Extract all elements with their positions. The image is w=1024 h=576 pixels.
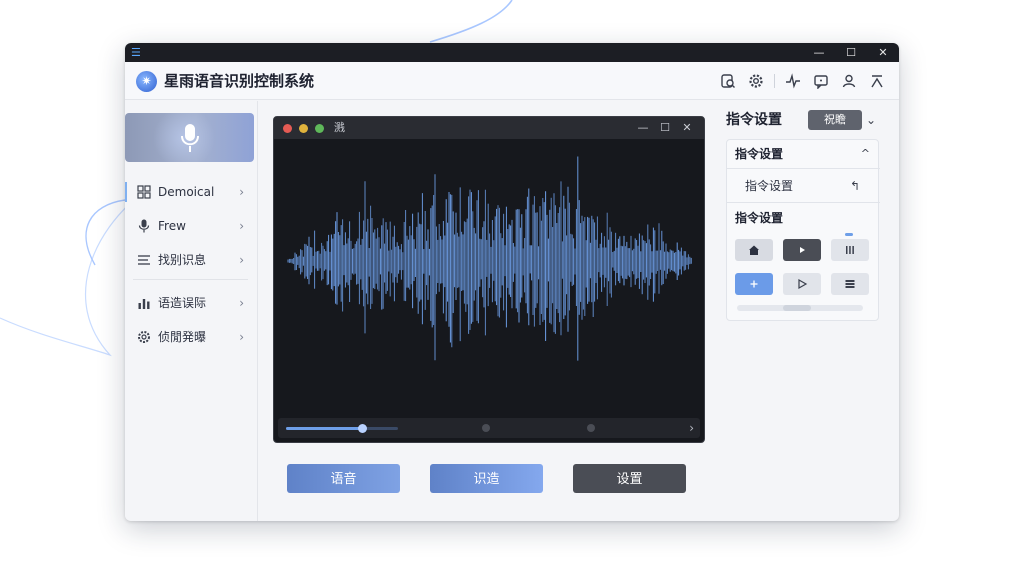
app-window: ☰ — ☐ ✕ ✷ 星雨语音识别控制系统 Demoical › Frew › 找…: [125, 43, 899, 521]
gear-icon: [138, 331, 150, 343]
list-icon: [138, 255, 150, 265]
play-icon: [800, 247, 805, 253]
window-logo-icon: ☰: [131, 46, 141, 59]
playback-progress: [286, 427, 363, 430]
app-header: ✷ 星雨语音识别控制系统: [125, 62, 899, 100]
mic-icon: [138, 219, 150, 233]
section-header: 指令设置: [735, 211, 784, 225]
sidebar-item-label: Demoical: [158, 185, 215, 199]
voice-input-card[interactable]: [125, 113, 254, 162]
home-button[interactable]: [735, 239, 773, 261]
add-button[interactable]: [735, 273, 773, 295]
waveform-icon[interactable]: [779, 70, 807, 92]
user-icon[interactable]: [835, 70, 863, 92]
collapse-icon[interactable]: [863, 70, 891, 92]
recognize-button[interactable]: 识造: [430, 464, 543, 493]
waveform-titlebar: 溅 — ☐ ✕: [274, 117, 704, 139]
plus-icon: [750, 280, 758, 288]
pause-bars-icon: [846, 246, 854, 254]
panel-title: 指令设置: [726, 112, 782, 128]
waveform-close-button[interactable]: ✕: [676, 120, 698, 136]
chevron-right-icon: ›: [239, 253, 244, 267]
play-outline-icon: [798, 278, 808, 290]
command-row-label[interactable]: 指令设置: [745, 178, 793, 194]
mic-icon: [181, 124, 199, 152]
grid-icon: [137, 185, 151, 199]
waveform-maximize-button[interactable]: ☐: [654, 120, 676, 136]
play-outline-button[interactable]: [783, 273, 821, 295]
sidebar: Demoical › Frew › 找别识息 › 语造误际 › 侦閒発曝 ›: [125, 101, 258, 521]
section-divider: [727, 202, 880, 203]
sidebar-item-stats[interactable]: 语造误际 ›: [125, 290, 250, 316]
sidebar-item-label: 找别识息: [158, 253, 207, 267]
voice-button[interactable]: 语音: [287, 464, 400, 493]
panel-slider[interactable]: [737, 305, 863, 311]
close-button[interactable]: ✕: [867, 43, 899, 62]
playback-handle[interactable]: [358, 424, 368, 433]
app-title: 星雨语音识别控制系统: [164, 72, 315, 90]
close-dot[interactable]: [283, 124, 292, 133]
bars-button[interactable]: [831, 239, 869, 261]
starburst-icon: ✷: [136, 71, 157, 92]
audio-waveform: [287, 156, 692, 361]
message-icon[interactable]: [807, 70, 835, 92]
settings-button[interactable]: 设置: [573, 464, 686, 493]
sidebar-divider: [133, 279, 248, 280]
sidebar-item-label: 语造误际: [158, 296, 207, 310]
chevron-right-icon: ›: [239, 219, 244, 233]
playback-track[interactable]: [286, 424, 398, 433]
window-controls: — ☐ ✕: [803, 43, 899, 62]
minimize-dot[interactable]: [299, 124, 308, 133]
panel-slider-handle[interactable]: [783, 305, 811, 311]
active-indicator: [845, 233, 853, 236]
waveform-controls: — ☐ ✕: [632, 120, 698, 136]
sidebar-item-recognition[interactable]: 找别识息 ›: [125, 247, 250, 273]
return-icon[interactable]: ↰: [850, 178, 860, 194]
maximize-button[interactable]: ☐: [835, 43, 867, 62]
bar-chart-icon: [138, 299, 150, 309]
playback-scrubber[interactable]: ›: [278, 418, 700, 438]
waveform-minimize-button[interactable]: —: [632, 120, 654, 136]
section-header[interactable]: 指令设置: [735, 146, 783, 162]
sidebar-item-settings[interactable]: 侦閒発曝 ›: [125, 324, 250, 350]
collapse-caret-icon[interactable]: ^: [861, 146, 870, 162]
chevron-right-icon: ›: [239, 330, 244, 344]
marker-dot: [587, 424, 595, 432]
command-settings-card: 指令设置 ^ 指令设置 ↰ 指令设置: [726, 139, 880, 321]
chevron-down-icon[interactable]: ⌄: [866, 111, 876, 129]
waveform-window: 溅 — ☐ ✕ ›: [273, 116, 705, 443]
stack-button[interactable]: [831, 273, 869, 295]
play-button[interactable]: [783, 239, 821, 261]
header-toolbar: [714, 70, 891, 92]
chevron-right-icon: ›: [239, 185, 244, 199]
header-separator: [774, 74, 775, 88]
search-doc-icon[interactable]: [714, 70, 742, 92]
chevron-right-icon: ›: [239, 296, 244, 310]
home-icon: [749, 245, 759, 255]
sidebar-item-label: 侦閒発曝: [158, 330, 207, 344]
marker-dot: [482, 424, 490, 432]
sidebar-item-frew[interactable]: Frew ›: [125, 213, 250, 239]
sidebar-item-label: Frew: [158, 219, 186, 233]
waveform-title: 溅: [334, 121, 345, 134]
sidebar-item-demoical[interactable]: Demoical ›: [125, 179, 250, 205]
window-titlebar: ☰ — ☐ ✕: [125, 43, 899, 62]
zoom-dot[interactable]: [315, 124, 324, 133]
next-icon[interactable]: ›: [689, 420, 694, 436]
mode-dropdown[interactable]: 祝瞻: [808, 110, 862, 130]
gear-icon[interactable]: [742, 70, 770, 92]
minimize-button[interactable]: —: [803, 43, 835, 62]
stack-icon: [845, 280, 855, 288]
section-divider: [727, 168, 880, 169]
